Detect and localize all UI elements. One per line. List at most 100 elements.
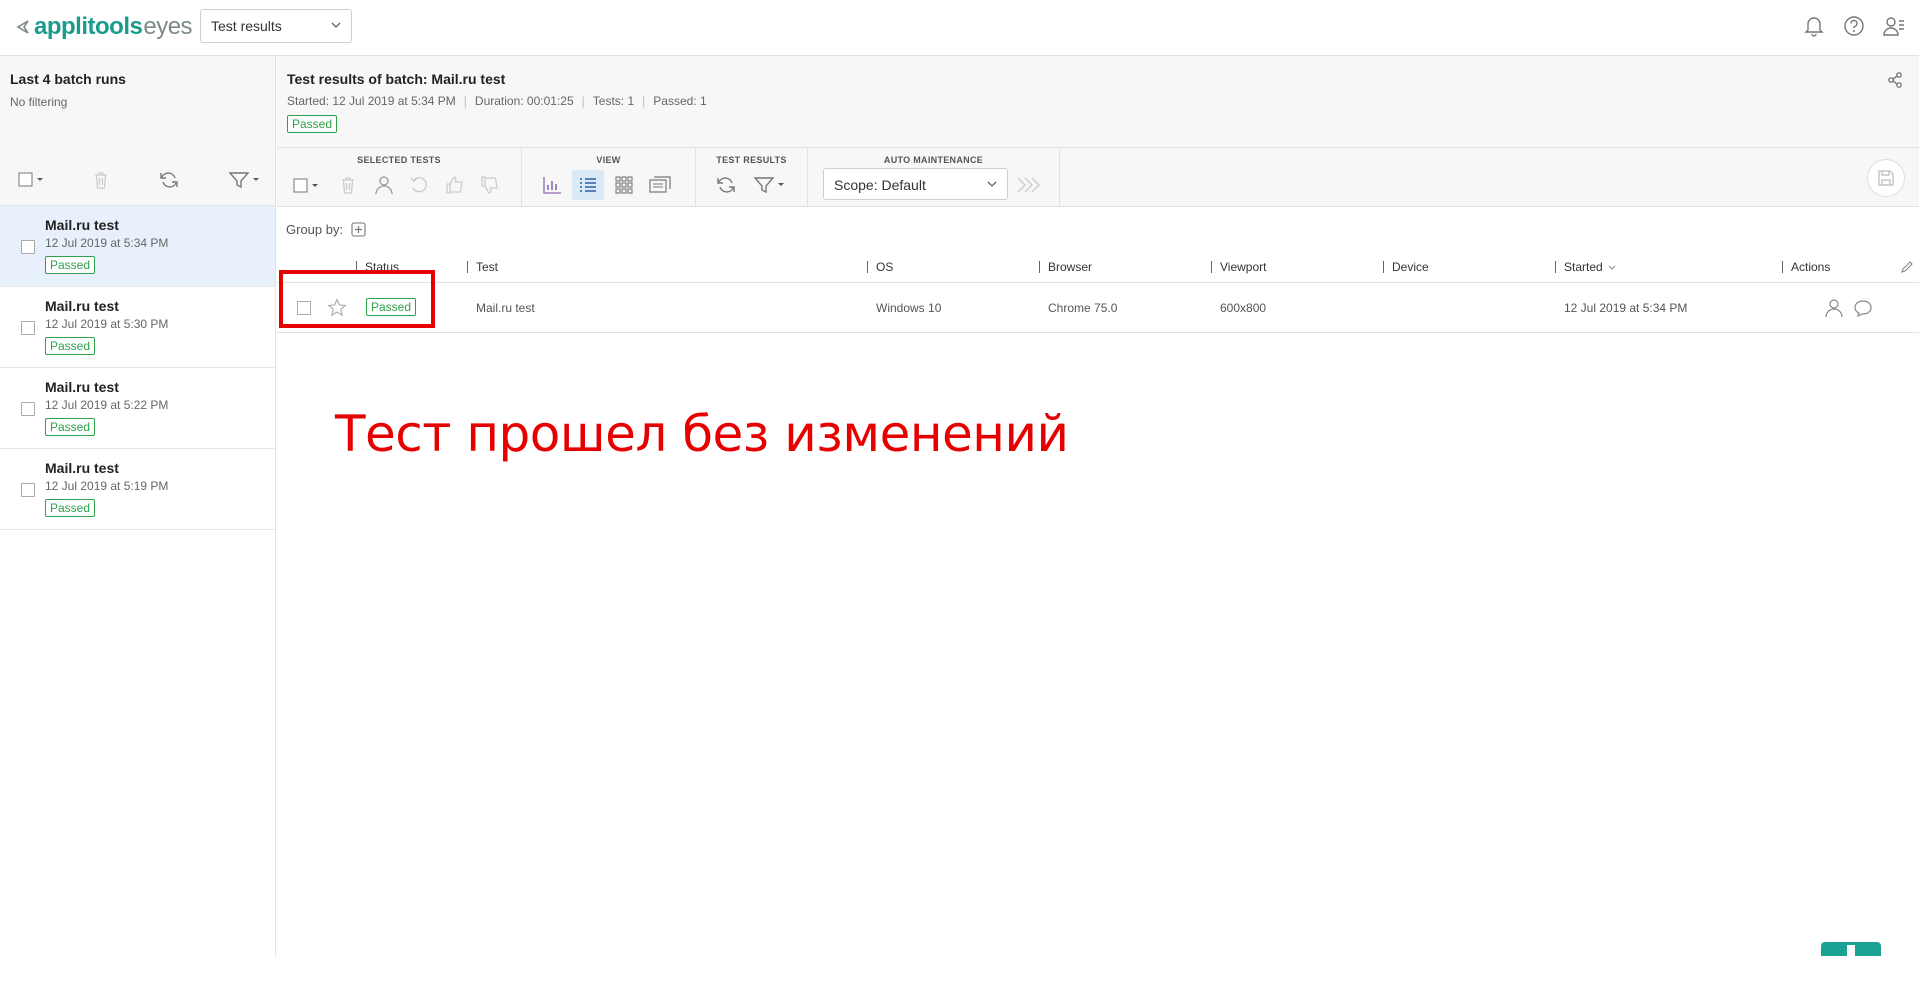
- apply-maintenance-icon[interactable]: [1014, 170, 1046, 200]
- batch-list-header: Last 4 batch runs No filtering: [0, 56, 275, 206]
- share-icon[interactable]: [1887, 72, 1903, 88]
- refresh-icon[interactable]: [159, 171, 179, 189]
- column-device[interactable]: Device: [1383, 261, 1429, 273]
- batch-item[interactable]: Mail.ru test 12 Jul 2019 at 5:34 PM Pass…: [0, 206, 275, 287]
- batch-meta: Started: 12 Jul 2019 at 5:34 PM | Durati…: [287, 94, 707, 108]
- column-browser[interactable]: Browser: [1039, 261, 1092, 273]
- batch-item[interactable]: Mail.ru test 12 Jul 2019 at 5:30 PM Pass…: [0, 287, 275, 368]
- batch-date: 12 Jul 2019 at 5:19 PM: [45, 479, 169, 493]
- user-icon[interactable]: [1824, 298, 1844, 318]
- cell-started: 12 Jul 2019 at 5:34 PM: [1564, 301, 1688, 315]
- cell-os: Windows 10: [876, 301, 942, 315]
- scope-value: Scope: Default: [834, 177, 926, 193]
- applitools-logo[interactable]: applitools eyes: [16, 13, 193, 41]
- bell-icon[interactable]: [1802, 14, 1826, 38]
- batch-duration: Duration: 00:01:25: [474, 94, 574, 108]
- table-header: Status Test OS Browser Viewport Device S…: [277, 255, 1919, 283]
- batch-name: Mail.ru test: [45, 460, 119, 476]
- toolbar: SELECTED TESTS VIEW TEST RESULTS AUTO MA…: [277, 148, 1919, 207]
- batch-list-title: Last 4 batch runs: [10, 71, 126, 87]
- details-view-icon[interactable]: [644, 170, 676, 200]
- batch-item[interactable]: Mail.ru test 12 Jul 2019 at 5:19 PM Pass…: [0, 449, 275, 530]
- logo-arrow-icon: [16, 19, 30, 35]
- column-viewport[interactable]: Viewport: [1211, 261, 1266, 273]
- comment-icon[interactable]: [1853, 298, 1873, 318]
- batch-date: 12 Jul 2019 at 5:34 PM: [45, 236, 169, 250]
- group-by: Group by:: [286, 222, 366, 237]
- group-by-label: Group by:: [286, 222, 344, 237]
- status-badge: Passed: [45, 337, 96, 355]
- batch-passed-count: Passed: 1: [653, 94, 707, 108]
- edit-columns-icon[interactable]: [1900, 260, 1914, 274]
- column-test[interactable]: Test: [467, 261, 498, 273]
- page-title: Test results of batch: Mail.ru test: [287, 71, 506, 87]
- column-started[interactable]: Started: [1555, 261, 1616, 273]
- thumbs-down-icon[interactable]: [474, 170, 506, 200]
- cell-browser: Chrome 75.0: [1048, 301, 1118, 315]
- chat-button[interactable]: [1821, 942, 1881, 956]
- chevron-down-icon: [987, 180, 997, 188]
- divider: |: [642, 94, 646, 108]
- cell-test[interactable]: Mail.ru test: [476, 301, 535, 315]
- auto-maintenance-group: AUTO MAINTENANCE Scope: Default: [808, 148, 1060, 207]
- view-selector[interactable]: Test results: [200, 9, 352, 43]
- group-label: VIEW: [596, 155, 621, 165]
- status-badge: Passed: [45, 256, 96, 274]
- batch-header: Test results of batch: Mail.ru test Star…: [277, 56, 1919, 148]
- logo-suffix: eyes: [143, 13, 193, 40]
- save-icon[interactable]: [1867, 159, 1905, 197]
- trash-icon[interactable]: [332, 170, 364, 200]
- batch-date: 12 Jul 2019 at 5:30 PM: [45, 317, 169, 331]
- thumbs-up-icon[interactable]: [439, 170, 471, 200]
- undo-icon[interactable]: [403, 170, 435, 200]
- column-actions: Actions: [1782, 261, 1830, 273]
- chart-view-icon[interactable]: [536, 170, 568, 200]
- batch-tests-count: Tests: 1: [592, 94, 635, 108]
- scope-select[interactable]: Scope: Default: [823, 168, 1008, 200]
- batch-started: Started: 12 Jul 2019 at 5:34 PM: [287, 94, 456, 108]
- trash-icon[interactable]: [93, 171, 109, 189]
- select-all-checkbox[interactable]: [291, 170, 325, 200]
- group-label: TEST RESULTS: [716, 155, 787, 165]
- grid-view-icon[interactable]: [608, 170, 640, 200]
- column-os[interactable]: OS: [867, 261, 893, 273]
- annotation-text: Тест прошел без изменений: [335, 405, 1069, 463]
- select-all-checkbox[interactable]: [18, 171, 48, 187]
- group-label: AUTO MAINTENANCE: [883, 155, 984, 165]
- status-badge: Passed: [45, 418, 96, 436]
- status-badge: Passed: [287, 115, 338, 133]
- batch-list-panel: Last 4 batch runs No filtering Mail.ru t…: [0, 56, 276, 956]
- top-bar: applitools eyes Test results: [0, 0, 1919, 56]
- status-badge: Passed: [45, 499, 96, 517]
- user-settings-icon[interactable]: [1882, 14, 1906, 38]
- add-group-icon[interactable]: [351, 222, 366, 237]
- refresh-icon[interactable]: [710, 170, 742, 200]
- list-view-icon[interactable]: [572, 170, 604, 200]
- batch-name: Mail.ru test: [45, 298, 119, 314]
- help-icon[interactable]: [1842, 14, 1866, 38]
- cell-viewport: 600x800: [1220, 301, 1267, 315]
- divider: |: [463, 94, 467, 108]
- batch-checkbox[interactable]: [21, 483, 35, 497]
- batch-item[interactable]: Mail.ru test 12 Jul 2019 at 5:22 PM Pass…: [0, 368, 275, 449]
- batch-checkbox[interactable]: [21, 321, 35, 335]
- test-results-group: TEST RESULTS: [696, 148, 808, 207]
- batch-list-filter-status: No filtering: [10, 95, 68, 109]
- group-label: SELECTED TESTS: [357, 155, 441, 165]
- batch-name: Mail.ru test: [45, 379, 119, 395]
- divider: |: [581, 94, 585, 108]
- view-group: VIEW: [522, 148, 696, 207]
- filter-icon[interactable]: [228, 171, 262, 189]
- sort-chevron-icon: [1608, 265, 1616, 270]
- batch-checkbox[interactable]: [21, 402, 35, 416]
- chevron-down-icon: [331, 21, 341, 29]
- batch-checkbox[interactable]: [21, 240, 35, 254]
- assign-user-icon[interactable]: [368, 170, 400, 200]
- batch-date: 12 Jul 2019 at 5:22 PM: [45, 398, 169, 412]
- selected-tests-group: SELECTED TESTS: [277, 148, 522, 207]
- table-row[interactable]: Passed Mail.ru test Windows 10 Chrome 75…: [277, 283, 1919, 333]
- batch-name: Mail.ru test: [45, 217, 119, 233]
- filter-icon[interactable]: [750, 170, 790, 200]
- column-started-label: Started: [1564, 260, 1603, 274]
- highlight-box: [279, 270, 435, 328]
